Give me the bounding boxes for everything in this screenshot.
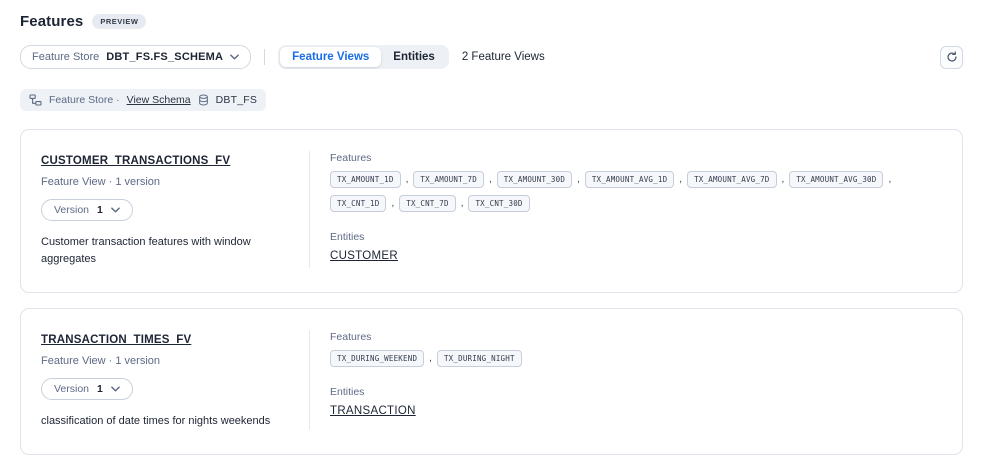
feature-views-count: 2 Feature Views — [462, 51, 545, 63]
breadcrumb-database: DBT_FS — [216, 94, 257, 106]
features-chip-list: TX_DURING_WEEKEND , TX_DURING_NIGHT — [330, 350, 942, 367]
chevron-down-icon — [230, 54, 239, 60]
feature-chip: TX_AMOUNT_AVG_7D — [687, 171, 776, 188]
card-summary: CUSTOMER_TRANSACTIONS_FV Feature View · … — [21, 151, 309, 268]
version-label: Version — [54, 383, 89, 395]
entity-link[interactable]: TRANSACTION — [330, 405, 416, 417]
chip-separator: , — [461, 198, 464, 209]
feature-view-description: classification of date times for nights … — [41, 413, 289, 430]
page-title: Features — [20, 13, 83, 30]
card-details: Features TX_AMOUNT_1D , TX_AMOUNT_7D , T… — [309, 151, 962, 268]
feature-chip: TX_AMOUNT_AVG_30D — [789, 171, 883, 188]
version-select[interactable]: Version 1 — [41, 378, 133, 400]
card-details: Features TX_DURING_WEEKEND , TX_DURING_N… — [309, 330, 962, 430]
chip-separator: , — [489, 174, 492, 185]
tab-entities[interactable]: Entities — [381, 47, 447, 67]
tab-group: Feature Views Entities — [278, 45, 449, 69]
toolbar: Feature Store DBT_FS.FS_SCHEMA Feature V… — [20, 45, 963, 69]
feature-store-icon — [29, 94, 42, 106]
preview-badge: PREVIEW — [92, 14, 146, 29]
feature-view-meta: Feature View · 1 version — [41, 355, 289, 367]
database-icon — [198, 94, 209, 106]
feature-chip: TX_DURING_NIGHT — [437, 350, 522, 367]
tab-feature-views[interactable]: Feature Views — [280, 47, 381, 67]
feature-view-description: Customer transaction features with windo… — [41, 234, 289, 268]
feature-view-meta: Feature View · 1 version — [41, 176, 289, 188]
chevron-down-icon — [111, 207, 120, 213]
version-select[interactable]: Version 1 — [41, 199, 133, 221]
version-value: 1 — [97, 383, 103, 395]
breadcrumb: Feature Store · View Schema DBT_FS — [20, 89, 266, 111]
feature-store-label: Feature Store — [32, 51, 99, 63]
entities-label: Entities — [330, 231, 942, 243]
feature-store-value: DBT_FS.FS_SCHEMA — [106, 51, 223, 63]
feature-chip: TX_AMOUNT_1D — [330, 171, 401, 188]
feature-view-title-link[interactable]: TRANSACTION_TIMES_FV — [41, 334, 191, 346]
feature-chip: TX_CNT_7D — [399, 195, 455, 212]
features-label: Features — [330, 331, 942, 343]
feature-chip: TX_AMOUNT_30D — [497, 171, 572, 188]
entities-label: Entities — [330, 386, 942, 398]
feature-chip: TX_CNT_30D — [468, 195, 529, 212]
features-page: Features PREVIEW Feature Store DBT_FS.FS… — [0, 0, 985, 455]
chip-separator: , — [391, 198, 394, 209]
card-summary: TRANSACTION_TIMES_FV Feature View · 1 ve… — [21, 330, 309, 430]
breadcrumb-row: Feature Store · View Schema DBT_FS — [20, 89, 963, 111]
page-header: Features PREVIEW — [20, 13, 963, 30]
features-chip-list: TX_AMOUNT_1D , TX_AMOUNT_7D , TX_AMOUNT_… — [330, 171, 942, 212]
chip-separator: , — [429, 353, 432, 364]
entities-list: TRANSACTION — [330, 398, 942, 419]
refresh-button[interactable] — [940, 46, 963, 69]
chip-separator: , — [406, 174, 409, 185]
view-schema-link[interactable]: View Schema — [127, 94, 191, 106]
feature-chip: TX_AMOUNT_AVG_1D — [585, 171, 674, 188]
entity-link[interactable]: CUSTOMER — [330, 250, 398, 262]
feature-view-card: CUSTOMER_TRANSACTIONS_FV Feature View · … — [20, 129, 963, 293]
breadcrumb-prefix: Feature Store · — [49, 94, 120, 106]
feature-chip: TX_DURING_WEEKEND — [330, 350, 424, 367]
refresh-icon — [946, 51, 958, 63]
chip-separator: , — [782, 174, 785, 185]
feature-view-list: CUSTOMER_TRANSACTIONS_FV Feature View · … — [20, 129, 963, 455]
features-label: Features — [330, 152, 942, 164]
toolbar-divider — [264, 49, 265, 65]
feature-view-card: TRANSACTION_TIMES_FV Feature View · 1 ve… — [20, 308, 963, 455]
feature-chip: TX_CNT_1D — [330, 195, 386, 212]
feature-chip: TX_AMOUNT_7D — [413, 171, 484, 188]
version-label: Version — [54, 204, 89, 216]
chip-separator: , — [888, 174, 891, 185]
entities-list: CUSTOMER — [330, 243, 942, 264]
feature-store-select[interactable]: Feature Store DBT_FS.FS_SCHEMA — [20, 45, 251, 69]
chevron-down-icon — [111, 386, 120, 392]
feature-view-title-link[interactable]: CUSTOMER_TRANSACTIONS_FV — [41, 155, 230, 167]
chip-separator: , — [679, 174, 682, 185]
chip-separator: , — [577, 174, 580, 185]
version-value: 1 — [97, 204, 103, 216]
